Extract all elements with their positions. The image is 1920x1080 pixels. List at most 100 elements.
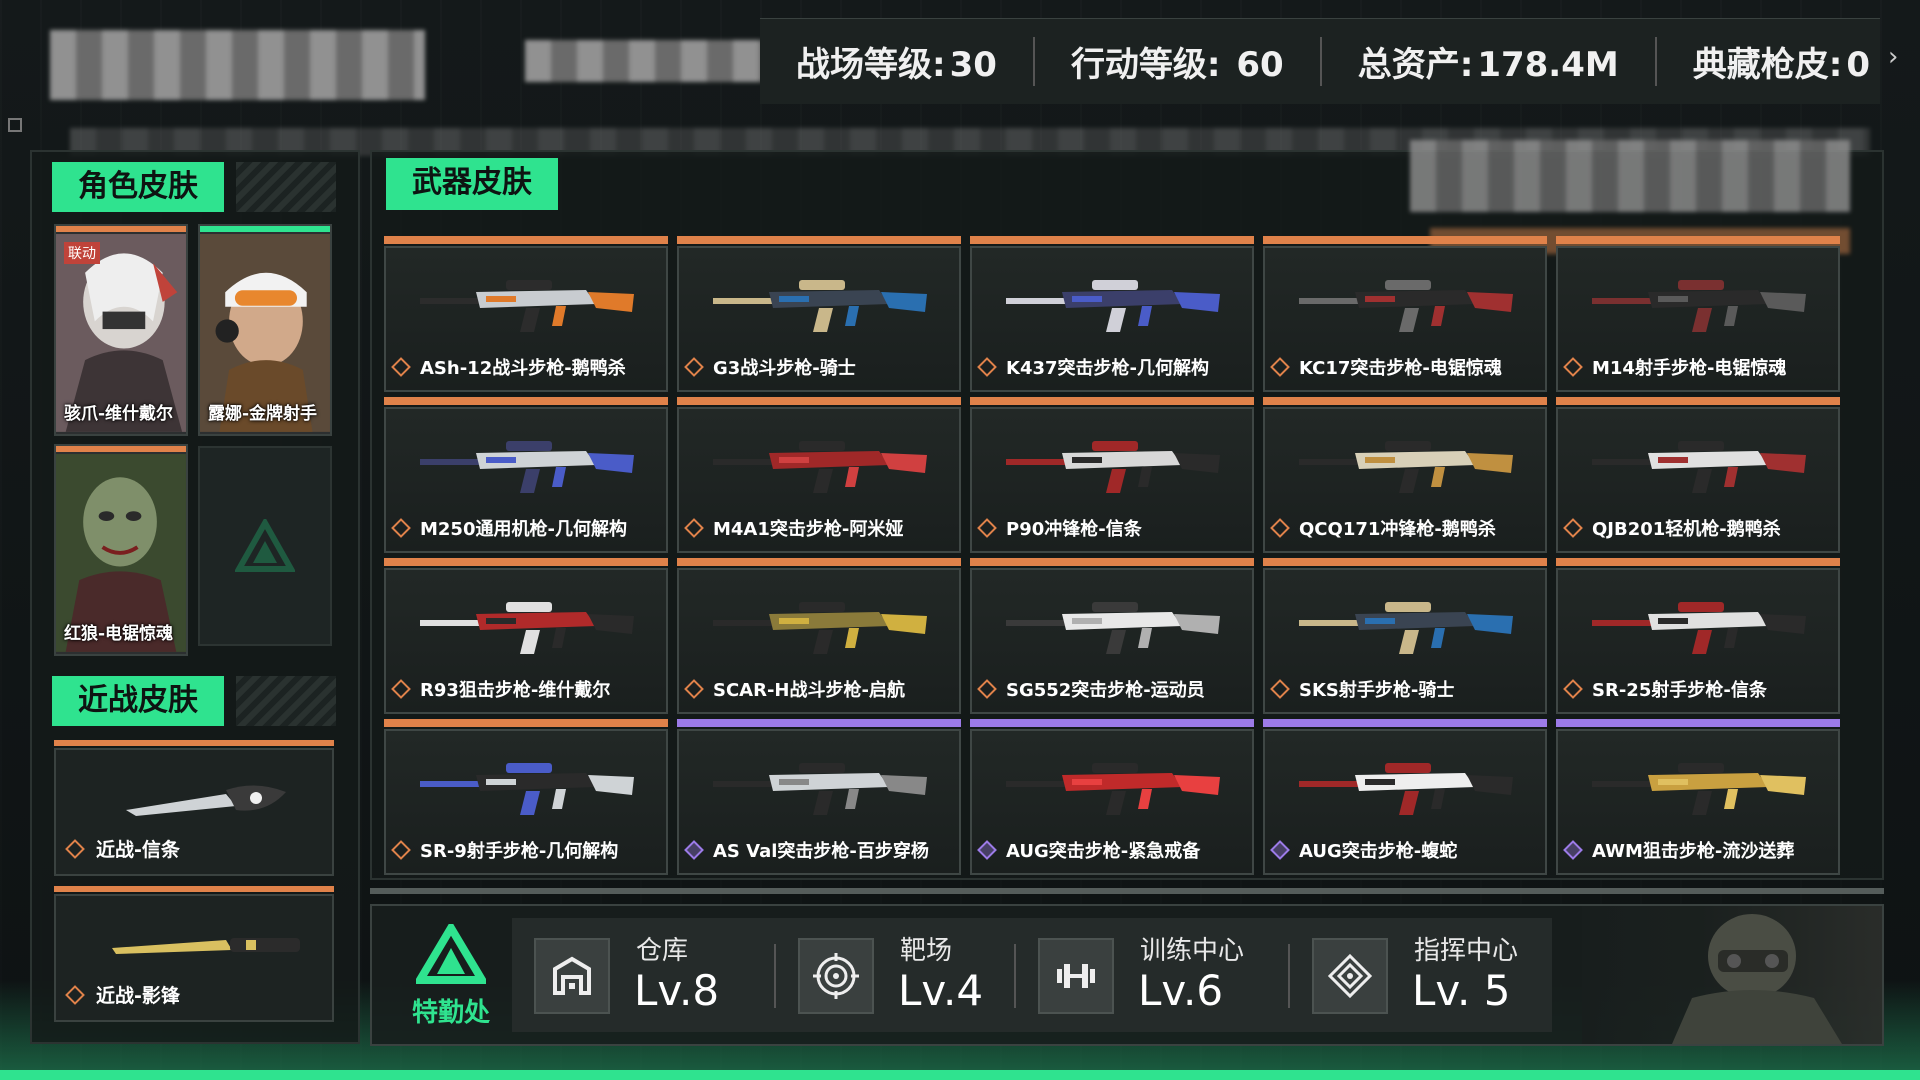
- facility-level: Lv.6: [1138, 966, 1224, 1015]
- weapon-image: [713, 280, 927, 332]
- rarity-bar: [1263, 236, 1547, 244]
- rarity-bar: [54, 740, 334, 746]
- melee-label: 近战-影锋: [96, 985, 180, 1007]
- empty-character-slot: [198, 446, 332, 646]
- weapon-card[interactable]: AWM狙击步枪-流沙送葬: [1556, 719, 1840, 875]
- weapon-label: M4A1突击步枪-阿米娅: [713, 519, 904, 540]
- weapon-card[interactable]: ASh-12战斗步枪-鹅鸭杀: [384, 236, 668, 392]
- rarity-bar: [54, 886, 334, 892]
- section-tab-stripes: [236, 676, 336, 726]
- knife-image: [112, 938, 300, 954]
- weapon-image: [1006, 280, 1220, 332]
- rarity-diamond-icon: [977, 679, 997, 699]
- command-icon: [1312, 938, 1388, 1014]
- weapon-card[interactable]: AS Val突击步枪-百步穿杨: [677, 719, 961, 875]
- weapon-card[interactable]: SG552突击步枪-运动员: [970, 558, 1254, 714]
- weapon-card[interactable]: P90冲锋枪-信条: [970, 397, 1254, 553]
- character-card[interactable]: 红狼-电锯惊魂: [54, 444, 188, 656]
- weapon-label: M250通用机枪-几何解构: [420, 519, 627, 540]
- rarity-diamond-icon: [391, 679, 411, 699]
- weapon-card[interactable]: M250通用机枪-几何解构: [384, 397, 668, 553]
- weapon-image: [1299, 441, 1513, 493]
- weapon-card[interactable]: AUG突击步枪-蝮蛇: [1263, 719, 1547, 875]
- character-label: 露娜-金牌射手: [208, 404, 318, 424]
- facility-name: 仓库: [636, 936, 689, 966]
- weapon-label: K437突击步枪-几何解构: [1006, 358, 1209, 379]
- weapon-card[interactable]: SR-9射手步枪-几何解构: [384, 719, 668, 875]
- rarity-diamond-icon: [684, 518, 704, 538]
- weapon-image: [713, 763, 927, 815]
- rarity-bar: [1263, 719, 1547, 727]
- facility-level: Lv.4: [898, 966, 984, 1015]
- delta-logo-icon: [235, 519, 295, 572]
- weapon-label: AUG突击步枪-蝮蛇: [1299, 841, 1458, 862]
- rarity-diamond-icon: [65, 839, 85, 859]
- rarity-diamond-icon: [65, 985, 85, 1005]
- character-card[interactable]: 联动 骇爪-维什戴尔: [54, 224, 188, 436]
- rarity-diamond-icon: [1563, 357, 1583, 377]
- weapon-list-scrollbar[interactable]: [370, 888, 1884, 894]
- rarity-bar: [677, 397, 961, 405]
- weapon-image: [1592, 602, 1806, 654]
- collab-tag: 联动: [64, 242, 100, 264]
- weapon-label: AWM狙击步枪-流沙送葬: [1592, 841, 1795, 862]
- weapon-card[interactable]: G3战斗步枪-骑士: [677, 236, 961, 392]
- facility-command-center[interactable]: 指挥中心 Lv. 5: [1290, 918, 1552, 1032]
- weapon-card[interactable]: M14射手步枪-电锯惊魂: [1556, 236, 1840, 392]
- weapon-image: [420, 280, 634, 332]
- rarity-bar: [56, 226, 186, 232]
- rarity-diamond-icon: [977, 518, 997, 538]
- weapon-image: [1592, 280, 1806, 332]
- rarity-diamond-icon: [684, 357, 704, 377]
- operator-portrait: [1582, 906, 1882, 1044]
- weapon-image: [1299, 763, 1513, 815]
- rarity-bar: [1556, 558, 1840, 566]
- rarity-diamond-icon: [1270, 840, 1290, 860]
- rarity-bar: [384, 558, 668, 566]
- rarity-bar: [1556, 236, 1840, 244]
- weapon-card[interactable]: R93狙击步枪-维什戴尔: [384, 558, 668, 714]
- weapon-image: [713, 441, 927, 493]
- facility-range[interactable]: 靶场 Lv.4: [776, 918, 1016, 1032]
- rarity-diamond-icon: [391, 518, 411, 538]
- rarity-diamond-icon: [391, 840, 411, 860]
- weapon-image: [420, 602, 634, 654]
- redacted-region: [1410, 140, 1850, 212]
- rarity-diamond-icon: [684, 840, 704, 860]
- warehouse-icon: [534, 938, 610, 1014]
- weapon-card[interactable]: K437突击步枪-几何解构: [970, 236, 1254, 392]
- stat-total-assets: 总资产: 178.4M: [1319, 37, 1655, 86]
- weapon-label: KC17突击步枪-电锯惊魂: [1299, 358, 1502, 379]
- chevron-right-icon[interactable]: ›: [1888, 42, 1898, 72]
- weapon-card[interactable]: SR-25射手步枪-信条: [1556, 558, 1840, 714]
- weapon-card[interactable]: M4A1突击步枪-阿米娅: [677, 397, 961, 553]
- weapon-card[interactable]: QJB201轻机枪-鹅鸭杀: [1556, 397, 1840, 553]
- stat-operation-level: 行动等级: 60: [1032, 37, 1320, 86]
- weapon-label: SCAR-H战斗步枪-启航: [713, 680, 905, 701]
- rarity-bar: [200, 226, 330, 232]
- section-character-skins: 角色皮肤: [52, 162, 224, 212]
- rarity-bar: [1556, 719, 1840, 727]
- rarity-bar: [384, 719, 668, 727]
- special-service-brand[interactable]: 特勤处: [396, 920, 506, 1029]
- section-weapon-skins: 武器皮肤: [386, 158, 558, 210]
- melee-card[interactable]: 近战-影锋: [54, 886, 334, 1022]
- facility-warehouse[interactable]: 仓库 Lv.8: [512, 918, 772, 1032]
- weapon-card[interactable]: KC17突击步枪-电锯惊魂: [1263, 236, 1547, 392]
- weapon-card[interactable]: AUG突击步枪-紧急戒备: [970, 719, 1254, 875]
- facility-training-center[interactable]: 训练中心 Lv.6: [1016, 918, 1286, 1032]
- player-stats-bar: 战场等级: 30 行动等级: 60 总资产: 178.4M 典藏枪皮: 0: [760, 18, 1880, 104]
- weapon-card[interactable]: SKS射手步枪-骑士: [1263, 558, 1547, 714]
- melee-label: 近战-信条: [96, 839, 180, 861]
- weapon-image: [420, 763, 634, 815]
- target-icon: [798, 938, 874, 1014]
- rarity-bar: [1263, 558, 1547, 566]
- melee-card[interactable]: 近战-信条: [54, 740, 334, 876]
- weapon-image: [1592, 441, 1806, 493]
- rarity-diamond-icon: [391, 357, 411, 377]
- weapon-card[interactable]: QCQ171冲锋枪-鹅鸭杀: [1263, 397, 1547, 553]
- character-card[interactable]: 露娜-金牌射手: [198, 224, 332, 436]
- rarity-bar: [384, 236, 668, 244]
- weapon-card[interactable]: SCAR-H战斗步枪-启航: [677, 558, 961, 714]
- facility-name: 训练中心: [1140, 936, 1245, 966]
